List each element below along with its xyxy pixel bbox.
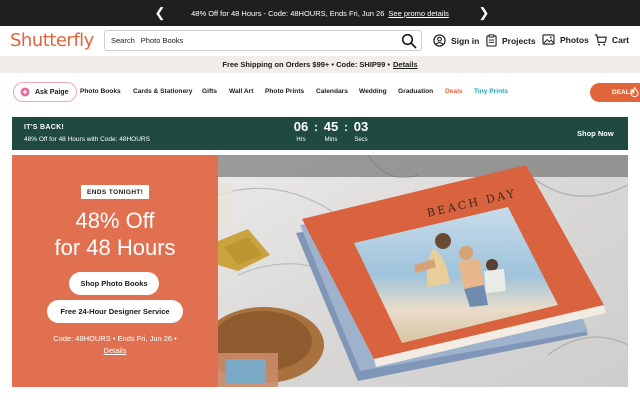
shop-now-link[interactable]: Shop Now [577,129,614,138]
deals-pill-button[interactable]: DEALS [590,83,640,102]
timer-hours: 06 Hrs [292,119,310,144]
photos-button[interactable]: Photos [542,34,589,45]
ends-tonight-badge: ENDS TONIGHT! [81,185,150,199]
nav-gifts[interactable]: Gifts [202,88,217,95]
countdown-subtitle: 48% Off for 48 Hours with Code: 48HOURS [24,136,150,143]
cart-button[interactable]: Cart [594,34,629,46]
timer-minutes-value: 45 [323,119,339,134]
timer-hours-value: 06 [293,119,309,134]
nav-wedding[interactable]: Wedding [359,88,387,95]
search-icon[interactable] [401,33,417,49]
timer-seconds-value: 03 [353,119,369,134]
nav-photo-books[interactable]: Photo Books [80,88,121,95]
designer-service-button[interactable]: Free 24-Hour Designer Service [47,300,183,323]
nav-deals[interactable]: Deals [445,88,463,95]
nav-calendars[interactable]: Calendars [316,88,348,95]
hero-headline-line2: for 48 Hours [54,235,176,260]
shipping-details-link[interactable]: Details [393,60,418,69]
category-nav: Ask Paige Photo Books Cards & Stationery… [0,80,640,104]
hero-headline-line1: 48% Off [75,208,155,233]
fire-icon [630,87,639,97]
ask-paige-label: Ask Paige [35,88,69,96]
nav-cards-stationery[interactable]: Cards & Stationery [133,88,192,95]
chevron-right-icon[interactable]: ❯ [476,5,492,21]
timer-seconds: 03 Secs [352,119,370,144]
shop-photo-books-button[interactable]: Shop Photo Books [69,272,159,295]
timer-separator: : [344,120,348,134]
cart-label: Cart [612,35,630,45]
hero-fine-print-text: Code: 48HOURS • Ends Fri, Jun 26 • [53,334,177,343]
hero-promo-panel: ENDS TONIGHT! 48% Off for 48 Hours Shop … [12,155,218,387]
hero-details-link[interactable]: Details [12,345,218,357]
countdown-timer: 06 Hrs : 45 Mins : 03 Secs [292,119,370,144]
hero-fine-print: Code: 48HOURS • Ends Fri, Jun 26 • Detai… [12,333,218,357]
timer-hours-label: Hrs [296,137,306,143]
photo-book-scene: BEACH DAY [218,155,628,387]
nav-graduation[interactable]: Graduation [398,88,433,95]
image-icon [542,34,555,45]
timer-minutes: 45 Mins [322,119,340,144]
photos-label: Photos [560,34,589,45]
sign-in-label: Sign in [451,35,480,46]
nav-tiny-prints[interactable]: Tiny Prints [474,88,508,95]
chevron-left-icon[interactable]: ❮ [152,5,168,21]
ask-paige-button[interactable]: Ask Paige [13,82,78,102]
countdown-title: IT'S BACK! [24,124,65,131]
search-field[interactable]: Search Photo Books [104,30,422,51]
timer-separator: : [314,120,318,134]
countdown-banner: IT'S BACK! 48% Off for 48 Hours with Cod… [12,117,628,150]
nav-photo-prints[interactable]: Photo Prints [265,88,304,95]
search-label: Search [111,36,135,45]
nav-wall-art[interactable]: Wall Art [229,88,253,95]
timer-seconds-label: Secs [354,137,368,143]
projects-button[interactable]: Projects [486,34,536,47]
shutterfly-logo[interactable]: Shutterfly [10,30,94,51]
clipboard-icon [486,34,497,47]
promo-details-link[interactable]: See promo details [388,9,448,18]
shipping-banner: Free Shipping on Orders $99+ • Code: SHI… [0,56,640,73]
hero-headline: 48% Off for 48 Hours [12,207,218,261]
projects-label: Projects [502,35,536,46]
shipping-text: Free Shipping on Orders $99+ • Code: SHI… [222,60,390,69]
search-input[interactable]: Photo Books [141,36,184,45]
promo-bar: ❮ 48% Off for 48 Hours - Code: 48HOURS, … [0,0,640,26]
site-header: Shutterfly Search Photo Books Sign in Pr… [0,26,640,56]
cart-icon [594,34,607,46]
user-icon [433,34,446,47]
sparkle-icon [20,87,30,97]
hero-photo-book-image[interactable]: BEACH DAY [218,155,628,387]
promo-message: 48% Off for 48 Hours - Code: 48HOURS, En… [191,8,385,18]
timer-minutes-label: Mins [324,137,338,143]
sign-in-button[interactable]: Sign in [433,34,479,47]
